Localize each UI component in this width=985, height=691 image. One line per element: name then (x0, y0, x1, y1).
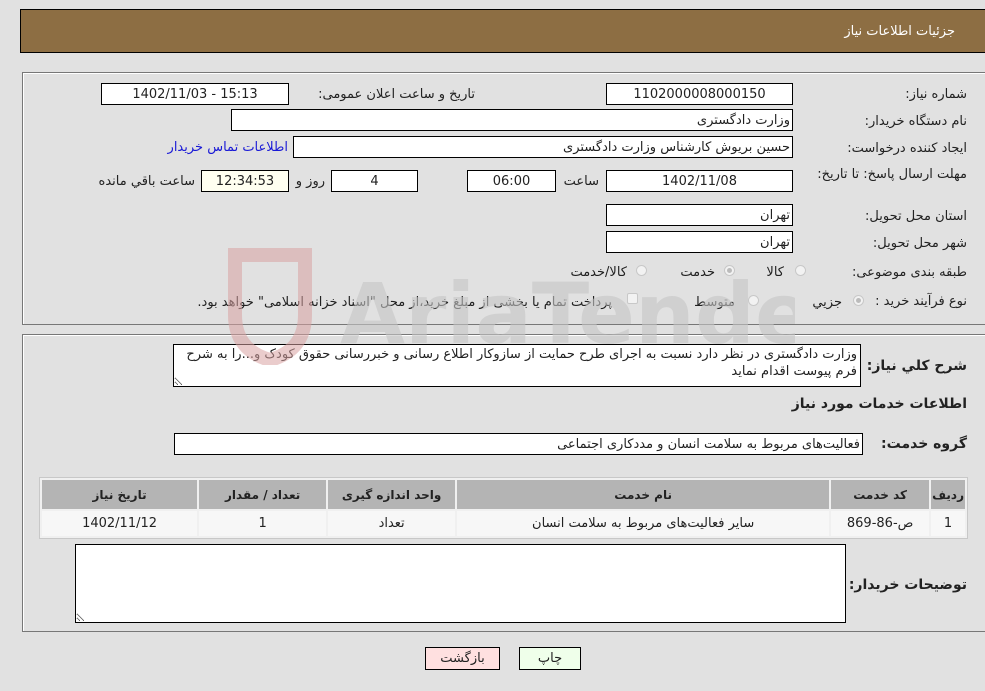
category-option-goods: کالا (766, 265, 784, 280)
deadline-label: مهلت ارسال پاسخ: تا تاریخ: (817, 167, 967, 182)
back-button[interactable]: بازگشت (425, 647, 500, 670)
category-radio-service[interactable] (724, 265, 735, 276)
need-number-label: شماره نیاز: (905, 87, 967, 102)
need-number-field[interactable]: 1102000008000150 (606, 83, 793, 105)
process-option-medium: متوسط (694, 295, 735, 310)
cell-quantity: 1 (199, 511, 327, 536)
services-heading: اطلاعات خدمات مورد نیاز (791, 396, 967, 412)
cell-row-number: 1 (931, 511, 965, 536)
cell-service-name: سایر فعالیت‌های مربوط به سلامت انسان (457, 511, 830, 536)
category-option-goods-service: کالا/خدمت (570, 265, 627, 280)
category-radio-goods[interactable] (795, 265, 806, 276)
category-label: طبقه بندی موضوعی: (851, 265, 967, 280)
print-button[interactable]: چاپ (519, 647, 581, 670)
cell-service-code: ص-86-869 (831, 511, 930, 536)
col-service-name: نام خدمت (457, 480, 830, 509)
buyer-notes-label: توضیحات خریدار: (848, 577, 967, 593)
col-quantity: تعداد / مقدار (199, 480, 327, 509)
col-service-code: کد خدمت (831, 480, 930, 509)
days-remaining-field[interactable]: 4 (331, 170, 418, 192)
services-table: ردیف کد خدمت نام خدمت واحد اندازه گیری ت… (39, 477, 968, 539)
creator-label: ایجاد کننده درخواست: (847, 141, 967, 156)
process-label: نوع فرآیند خرید : (875, 294, 967, 309)
days-label: روز و (295, 174, 325, 189)
city-label: شهر محل تحویل: (872, 236, 967, 251)
time-remaining-label: ساعت باقي مانده (98, 174, 195, 189)
category-option-service: خدمت (680, 265, 715, 280)
deadline-time-field[interactable]: 06:00 (467, 170, 556, 192)
province-field[interactable]: تهران (606, 204, 793, 226)
announce-label: تاریخ و ساعت اعلان عمومی: (318, 87, 475, 102)
category-radio-goods-service[interactable] (636, 265, 647, 276)
buyer-notes-textarea[interactable] (75, 544, 846, 623)
buyer-contact-link[interactable]: اطلاعات تماس خریدار (168, 140, 288, 155)
service-group-field[interactable]: فعالیت‌های مربوط به سلامت انسان و مددکار… (174, 433, 863, 455)
description-textarea[interactable] (173, 344, 861, 387)
treasury-checkbox[interactable] (627, 293, 638, 304)
cell-unit: تعداد (328, 511, 456, 536)
col-need-date: تاریخ نیاز (42, 480, 198, 509)
deadline-date-field[interactable]: 1402/11/08 (606, 170, 793, 192)
service-group-label: گروه خدمت: (881, 436, 967, 452)
announce-datetime-field[interactable]: 1402/11/03 - 15:13 (101, 83, 289, 105)
treasury-note: پرداخت تمام یا بخشی از مبلغ خرید،از محل … (197, 295, 612, 310)
buyer-org-field[interactable]: وزارت دادگستری (231, 109, 793, 131)
deadline-time-label: ساعت (563, 174, 599, 189)
page-title: جزئیات اطلاعات نیاز (844, 24, 955, 39)
table-header-row: ردیف کد خدمت نام خدمت واحد اندازه گیری ت… (42, 480, 965, 509)
col-unit: واحد اندازه گیری (328, 480, 456, 509)
buyer-org-label: نام دستگاه خریدار: (864, 114, 967, 129)
col-row-number: ردیف (931, 480, 965, 509)
table-row: 1 ص-86-869 سایر فعالیت‌های مربوط به سلام… (42, 511, 965, 536)
creator-field[interactable]: حسین بریوش کارشناس وزارت دادگستری (293, 136, 793, 158)
process-option-minor: جزيي (812, 295, 842, 310)
description-label: شرح كلي نياز: (866, 358, 967, 374)
process-radio-medium[interactable] (748, 295, 759, 306)
time-remaining-field: 12:34:53 (201, 170, 289, 192)
province-label: استان محل تحویل: (865, 209, 967, 224)
page-header: جزئیات اطلاعات نیاز (20, 9, 985, 53)
process-radio-minor[interactable] (853, 295, 864, 306)
cell-need-date: 1402/11/12 (42, 511, 198, 536)
city-field[interactable]: تهران (606, 231, 793, 253)
